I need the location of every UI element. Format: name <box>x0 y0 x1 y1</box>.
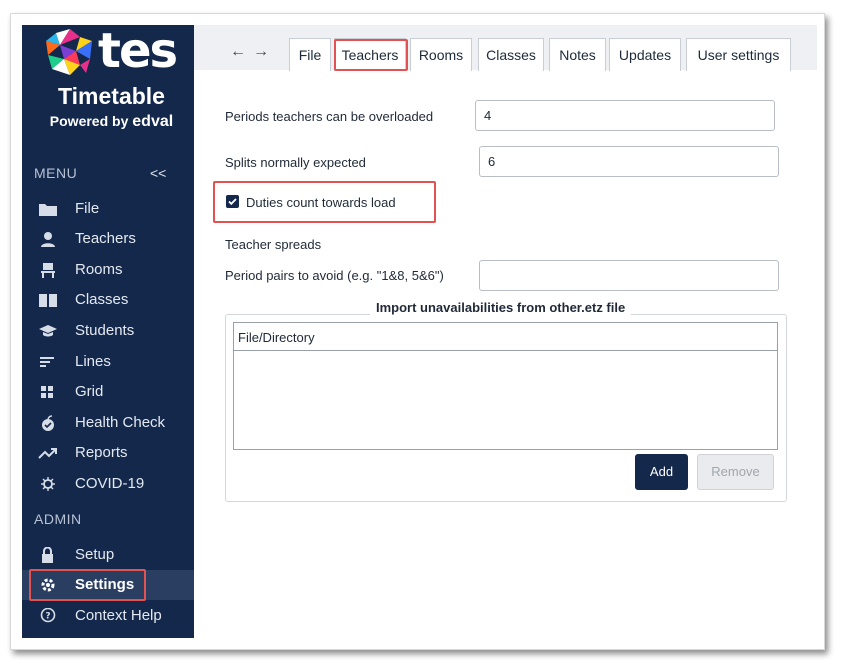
file-directory-column-header[interactable]: File/Directory <box>234 323 777 351</box>
tab-teachers[interactable]: Teachers <box>334 38 406 71</box>
sidebar-item-setup[interactable]: Setup <box>22 540 194 570</box>
powered-by-prefix: Powered by <box>49 113 129 129</box>
sidebar-item-label: Classes <box>75 291 129 308</box>
sidebar-item-students[interactable]: Students <box>22 316 194 346</box>
trend-icon <box>38 448 57 459</box>
sidebar: tes Timetable Powered by edval MENU << F… <box>22 25 194 638</box>
sidebar-item-classes[interactable]: Classes <box>22 285 194 315</box>
sidebar-item-context-help[interactable]: ? Context Help <box>22 601 194 631</box>
tab-rooms[interactable]: Rooms <box>410 38 472 71</box>
sidebar-item-label: Teachers <box>75 230 136 247</box>
admin-heading: ADMIN <box>34 511 82 527</box>
overload-label: Periods teachers can be overloaded <box>225 109 434 124</box>
sidebar-item-label: Students <box>75 322 135 339</box>
svg-text:?: ? <box>45 612 50 622</box>
sidebar-item-label: COVID-19 <box>75 475 145 492</box>
sidebar-item-grid[interactable]: Grid <box>22 377 194 407</box>
sidebar-item-settings[interactable]: Settings <box>22 570 194 600</box>
tab-classes[interactable]: Classes <box>478 38 544 71</box>
collapse-sidebar-button[interactable]: << <box>150 165 166 181</box>
period-pairs-input[interactable] <box>479 260 779 291</box>
sidebar-item-lines[interactable]: Lines <box>22 347 194 377</box>
logo-wordmark: tes <box>98 25 178 79</box>
tab-notes[interactable]: Notes <box>549 38 606 71</box>
period-pairs-label: Period pairs to avoid (e.g. "1&8, 5&6") <box>225 268 444 283</box>
powered-by: Powered by edval <box>44 113 179 131</box>
splits-label: Splits normally expected <box>225 155 366 170</box>
sidebar-item-file[interactable]: File <box>22 194 194 224</box>
apple-icon <box>42 415 54 431</box>
sidebar-item-rooms[interactable]: Rooms <box>22 255 194 285</box>
sidebar-item-label: Setup <box>75 546 115 563</box>
chair-icon <box>41 263 55 278</box>
import-legend: Import unavailabilities from other.etz f… <box>370 300 632 315</box>
teacher-spreads-heading: Teacher spreads <box>225 237 322 252</box>
sidebar-item-label: File <box>75 200 100 217</box>
sidebar-item-label: Settings <box>75 576 135 593</box>
sidebar-item-label: Grid <box>75 383 104 400</box>
grid-icon <box>41 386 53 398</box>
gear-icon <box>41 578 55 592</box>
remove-button[interactable]: Remove <box>697 454 774 490</box>
folder-icon <box>39 204 57 216</box>
tab-bar: ← → File Teachers Rooms Classes Notes Up… <box>194 25 817 71</box>
duties-label: Duties count towards load <box>246 195 396 210</box>
virus-icon <box>41 477 55 491</box>
tab-file[interactable]: File <box>289 38 331 71</box>
checkmark-icon <box>228 198 237 206</box>
add-button[interactable]: Add <box>635 454 688 490</box>
lines-icon <box>40 357 54 367</box>
sidebar-item-label: Context Help <box>75 607 162 624</box>
help-bubble-icon: ? <box>40 608 56 623</box>
file-directory-list[interactable]: File/Directory <box>233 322 778 450</box>
duties-checkbox[interactable] <box>226 195 239 208</box>
sidebar-item-health-check[interactable]: Health Check <box>22 408 194 438</box>
sidebar-item-label: Lines <box>75 353 111 370</box>
menu-heading: MENU <box>34 165 78 181</box>
lock-icon <box>42 547 53 563</box>
tab-user-settings[interactable]: User settings <box>686 38 791 71</box>
tab-updates[interactable]: Updates <box>609 38 681 71</box>
product-title: Timetable <box>58 83 165 109</box>
overload-input[interactable]: 4 <box>475 100 775 131</box>
powered-by-brand: edval <box>132 113 174 130</box>
sidebar-item-label: Rooms <box>75 261 123 278</box>
sidebar-item-label: Reports <box>75 444 128 461</box>
back-arrow-icon[interactable]: ← <box>230 43 246 61</box>
sidebar-item-covid-19[interactable]: COVID-19 <box>22 469 194 499</box>
sidebar-item-teachers[interactable]: Teachers <box>22 224 194 254</box>
splits-input[interactable]: 6 <box>479 146 779 177</box>
tes-logo: tes <box>40 25 185 79</box>
book-icon <box>39 294 57 307</box>
logo-mark-icon <box>46 29 92 75</box>
sidebar-item-reports[interactable]: Reports <box>22 438 194 468</box>
forward-arrow-icon[interactable]: → <box>253 43 269 61</box>
person-icon <box>41 232 55 247</box>
sidebar-item-label: Health Check <box>75 414 166 431</box>
graduation-cap-icon <box>39 325 57 337</box>
